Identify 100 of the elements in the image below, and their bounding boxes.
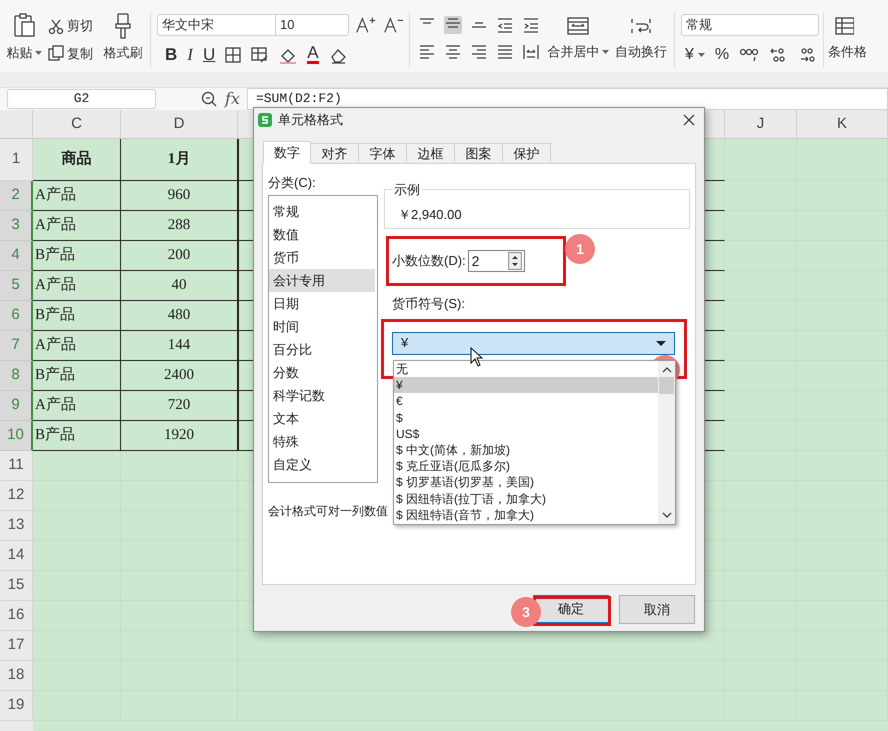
- caret-icon[interactable]: [602, 50, 608, 54]
- category-item[interactable]: 货币: [269, 246, 375, 269]
- column-header[interactable]: C: [33, 110, 121, 138]
- currency-option[interactable]: $ 克丘亚语(厄瓜多尔): [394, 458, 658, 474]
- category-item[interactable]: 自定义: [269, 453, 375, 476]
- merge-cells-icon[interactable]: [566, 16, 590, 36]
- dialog-tab[interactable]: 对齐: [311, 143, 359, 164]
- currency-option[interactable]: $ 因纽特语(拉丁语，加拿大): [394, 490, 658, 507]
- wrap-text-button[interactable]: 自动换行: [615, 42, 667, 62]
- column-header[interactable]: D: [121, 110, 238, 138]
- currency-option[interactable]: €: [394, 393, 658, 410]
- scroll-up-icon[interactable]: [660, 365, 672, 375]
- currency-option[interactable]: $: [394, 410, 658, 426]
- category-item[interactable]: 百分比: [269, 338, 375, 361]
- dialog-tab[interactable]: 图案: [455, 143, 503, 164]
- row-header[interactable]: 16: [0, 601, 33, 631]
- close-icon[interactable]: [682, 113, 696, 127]
- paste-button[interactable]: 粘贴: [6, 43, 42, 62]
- category-item[interactable]: 时间: [269, 315, 375, 338]
- column-header[interactable]: J: [725, 110, 797, 138]
- dialog-tab[interactable]: 数字: [263, 141, 311, 164]
- merge-center-button[interactable]: 合并居中: [548, 42, 608, 62]
- table-cell: A产品: [33, 271, 121, 301]
- currency-option[interactable]: ¥: [394, 377, 658, 394]
- decrease-indent-icon[interactable]: [496, 16, 514, 34]
- row-header[interactable]: 15: [0, 571, 33, 601]
- number-format-field[interactable]: 常规: [681, 14, 819, 36]
- currency-option[interactable]: US$: [394, 426, 658, 442]
- thousands-separator-icon[interactable]: [739, 46, 760, 64]
- currency-option[interactable]: 无: [394, 361, 658, 378]
- category-item[interactable]: 常规: [269, 200, 375, 223]
- align-middle-icon[interactable]: [444, 16, 462, 34]
- caret-icon[interactable]: [34, 50, 42, 55]
- currency-dropdown[interactable]: ¥: [392, 332, 675, 354]
- italic-button[interactable]: I: [187, 42, 193, 68]
- row-header[interactable]: 13: [0, 511, 33, 541]
- scroll-thumb[interactable]: [659, 377, 674, 394]
- align-center-icon[interactable]: [444, 43, 462, 61]
- row-header[interactable]: 1: [0, 139, 33, 181]
- spinner-icon[interactable]: [508, 252, 522, 270]
- category-item[interactable]: 科学记数: [269, 384, 375, 407]
- font-color-button[interactable]: A: [307, 45, 319, 64]
- grow-font-icon[interactable]: [355, 15, 377, 35]
- table-cell: 144: [121, 331, 238, 361]
- cut-button[interactable]: 剪切: [48, 16, 100, 36]
- copy-button[interactable]: 复制: [48, 44, 100, 63]
- row-header[interactable]: 11: [0, 451, 33, 481]
- category-label: 分类(C):: [268, 174, 317, 192]
- name-box-field[interactable]: G2: [7, 89, 156, 109]
- caret-icon[interactable]: [698, 53, 705, 57]
- dialog-tab[interactable]: 边框: [407, 143, 455, 164]
- formula-field[interactable]: =SUM(D2:F2): [246, 88, 888, 110]
- shrink-font-icon[interactable]: [383, 15, 405, 35]
- column-header[interactable]: K: [797, 110, 888, 138]
- scrollbar[interactable]: [658, 361, 675, 524]
- currency-button[interactable]: ¥: [685, 43, 705, 67]
- zoom-icon[interactable]: [201, 91, 217, 107]
- percent-button[interactable]: %: [714, 43, 730, 67]
- scroll-down-icon[interactable]: [660, 510, 672, 520]
- dialog-tab[interactable]: 字体: [359, 143, 407, 164]
- currency-option[interactable]: $ 切罗基语(切罗基，美国): [394, 474, 658, 490]
- increase-indent-icon[interactable]: [522, 16, 540, 34]
- table-cell: 960: [121, 181, 238, 211]
- row-header[interactable]: 18: [0, 661, 33, 691]
- conditional-format-button[interactable]: 条件格: [828, 42, 867, 62]
- table-cell: A产品: [33, 211, 121, 241]
- row-header[interactable]: 17: [0, 631, 33, 661]
- dialog-tab[interactable]: 保护: [503, 143, 551, 164]
- currency-option[interactable]: $ 因纽特语(音节，加拿大): [394, 506, 658, 523]
- row-header[interactable]: 12: [0, 481, 33, 511]
- cell-style-icon[interactable]: [251, 46, 270, 64]
- table-cell: 200: [121, 241, 238, 271]
- row-header[interactable]: 19: [0, 691, 33, 721]
- table-cell: 480: [121, 301, 238, 331]
- decimals-field[interactable]: 2: [468, 250, 525, 272]
- category-item[interactable]: 日期: [269, 292, 375, 315]
- copy-icon[interactable]: [48, 45, 64, 62]
- format-painter-button[interactable]: 格式刷: [104, 43, 142, 62]
- dialog-button[interactable]: 取消: [619, 595, 695, 624]
- category-item[interactable]: 数值: [269, 223, 375, 246]
- bold-button[interactable]: B: [165, 42, 178, 68]
- category-item[interactable]: 文本: [269, 407, 375, 430]
- border-icon[interactable]: [225, 46, 242, 64]
- currency-option[interactable]: $ 中文(简体，新加坡): [394, 442, 658, 458]
- category-item[interactable]: 会计专用: [269, 269, 375, 292]
- increase-decimal-icon[interactable]: [769, 46, 788, 64]
- dropdown-arrow-icon[interactable]: [656, 340, 666, 346]
- wrap-text-icon[interactable]: [629, 16, 653, 36]
- underline-button[interactable]: U: [202, 42, 216, 68]
- category-item[interactable]: 分数: [269, 361, 375, 384]
- align-right-icon[interactable]: [470, 43, 488, 61]
- category-item[interactable]: 特殊: [269, 430, 375, 453]
- distribute-icon[interactable]: [522, 43, 540, 61]
- row-header[interactable]: 14: [0, 541, 33, 571]
- justify-icon[interactable]: [496, 43, 514, 61]
- align-left-icon[interactable]: [418, 43, 436, 61]
- app-logo-icon[interactable]: [258, 113, 272, 127]
- scissors-icon[interactable]: [48, 18, 64, 34]
- table-cell: B产品: [33, 301, 121, 331]
- table-cell: A产品: [33, 181, 121, 211]
